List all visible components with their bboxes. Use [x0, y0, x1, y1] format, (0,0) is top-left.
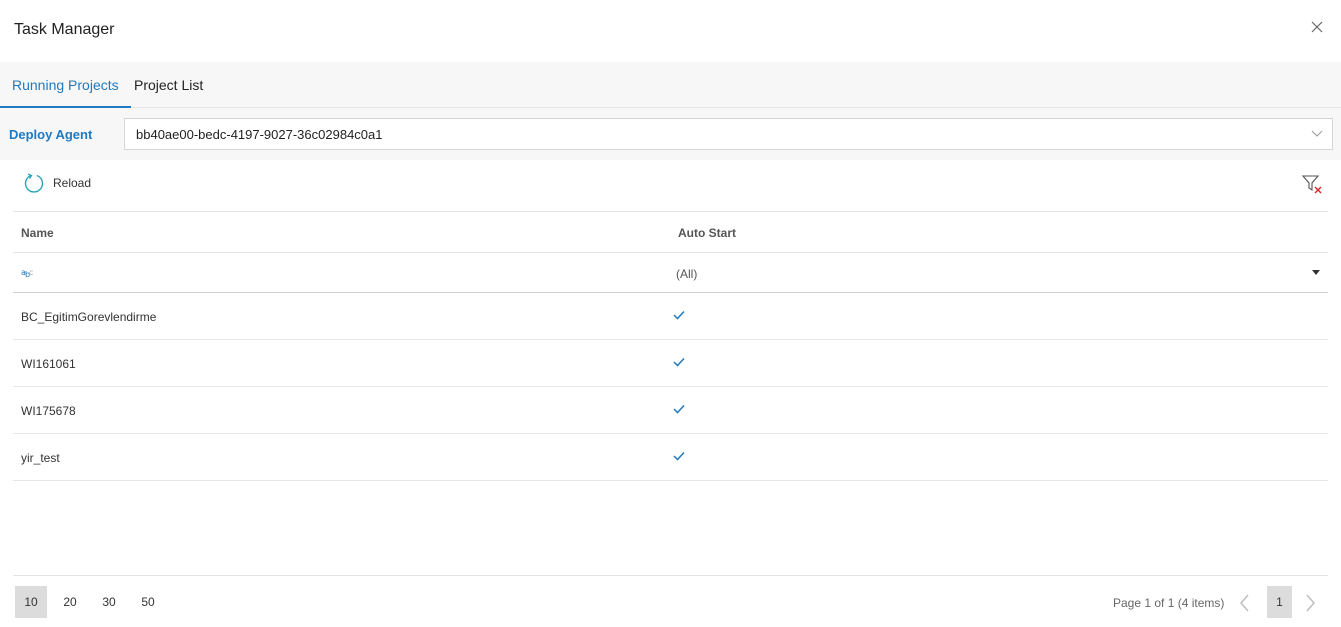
column-header-name[interactable]: Name [21, 226, 54, 240]
page-size-50[interactable]: 50 [132, 586, 164, 618]
project-name: WI175678 [21, 404, 76, 418]
window-title: Task Manager [14, 21, 115, 38]
name-filter-input[interactable]: a b c [13, 259, 653, 287]
project-name: WI161061 [21, 357, 76, 371]
table-row[interactable]: WI161061 [13, 340, 1328, 387]
svg-text:c: c [29, 268, 33, 277]
checkmark-icon [673, 310, 685, 320]
tab-bar: Running Projects Project List [0, 62, 1341, 108]
deploy-agent-bar: Deploy Agent bb40ae00-bedc-4197-9027-36c… [0, 108, 1341, 160]
checkmark-icon [673, 451, 685, 461]
checkmark-icon [673, 404, 685, 414]
close-icon[interactable] [1307, 17, 1327, 37]
table-row[interactable]: yir_test [13, 434, 1328, 481]
page-size-20[interactable]: 20 [54, 586, 86, 618]
chevron-down-icon [1311, 130, 1323, 137]
table-row[interactable]: WI175678 [13, 387, 1328, 434]
page-size-10[interactable]: 10 [15, 586, 47, 618]
auto-start-filter-value: (All) [676, 267, 698, 281]
reload-label: Reload [53, 176, 92, 190]
filter-row: a b c (All) [13, 253, 1328, 293]
projects-grid: Name Auto Start a b c (All) BC_EgitimGor… [13, 212, 1328, 481]
text-filter-icon: a b c [21, 268, 33, 279]
page-size-30[interactable]: 30 [93, 586, 125, 618]
column-header-auto-start[interactable]: Auto Start [678, 226, 736, 240]
tab-project-list[interactable]: Project List [122, 62, 215, 108]
deploy-agent-select[interactable]: bb40ae00-bedc-4197-9027-36c02984c0a1 [124, 118, 1333, 150]
project-name: yir_test [21, 451, 60, 465]
pager: 10 20 30 50 Page 1 of 1 (4 items) 1 [13, 575, 1328, 627]
page-info: Page 1 of 1 (4 items) [1113, 596, 1225, 610]
previous-page-icon[interactable] [1235, 592, 1255, 614]
deploy-agent-value: bb40ae00-bedc-4197-9027-36c02984c0a1 [136, 127, 383, 142]
page-number-button[interactable]: 1 [1267, 586, 1292, 618]
grid-header: Name Auto Start [13, 212, 1328, 253]
title-bar: Task Manager [0, 0, 1341, 62]
auto-start-filter-select[interactable]: (All) [663, 259, 1328, 287]
next-page-icon[interactable] [1300, 592, 1320, 614]
clear-filter-icon[interactable] [1301, 173, 1323, 195]
project-name: BC_EgitimGorevlendirme [21, 310, 157, 324]
table-row[interactable]: BC_EgitimGorevlendirme [13, 293, 1328, 340]
deploy-agent-label: Deploy Agent [9, 127, 93, 142]
toolbar: Reload [13, 160, 1328, 212]
checkmark-icon [673, 357, 685, 367]
reload-icon [24, 173, 44, 193]
dropdown-caret-icon [1312, 270, 1320, 275]
tab-running-projects[interactable]: Running Projects [0, 62, 131, 108]
